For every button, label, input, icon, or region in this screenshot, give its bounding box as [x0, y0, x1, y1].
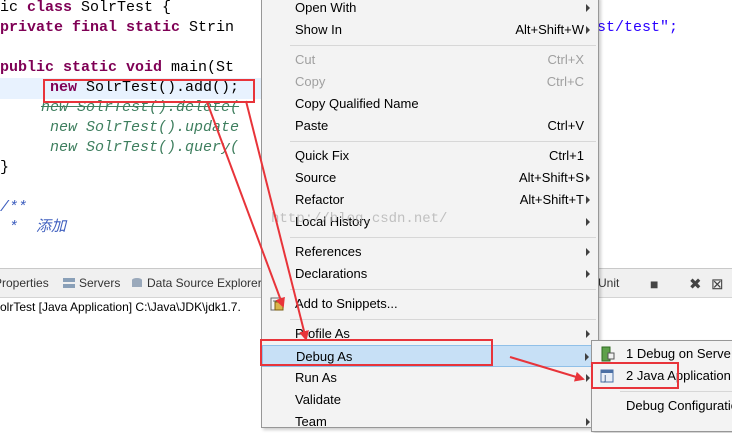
- annotation-arrows: [206, 100, 585, 382]
- arrow-to-java-application: [509, 356, 585, 382]
- arrow-to-debug-as: [245, 100, 309, 341]
